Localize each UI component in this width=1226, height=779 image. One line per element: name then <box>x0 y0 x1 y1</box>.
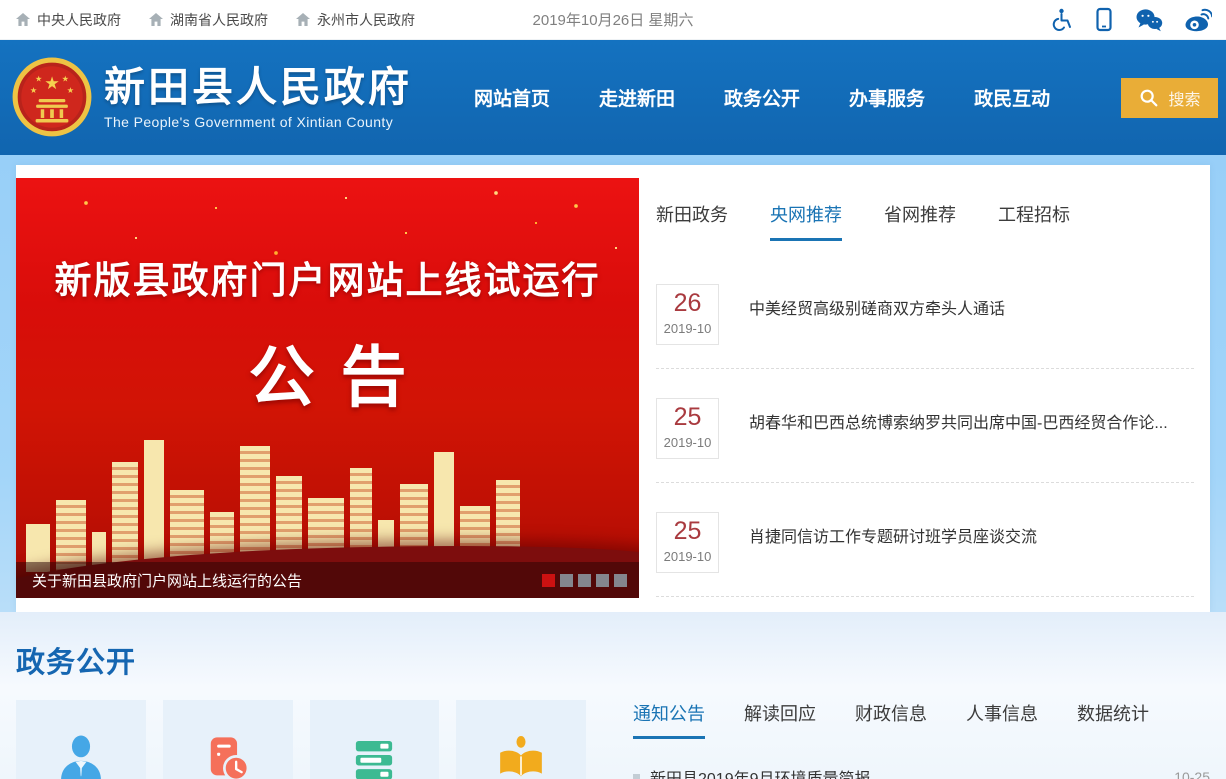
home-icon <box>149 13 163 26</box>
card-data[interactable] <box>310 700 440 779</box>
tab-notices[interactable]: 通知公告 <box>633 700 705 739</box>
carousel-dot-5[interactable] <box>614 574 627 587</box>
news-item: 25 2019-10 胡春华和巴西总统博索纳罗共同出席中国-巴西经贸合作论... <box>656 398 1194 483</box>
tab-xintian-gov[interactable]: 新田政务 <box>656 201 728 241</box>
nav-item-gov-affairs[interactable]: 政务公开 <box>724 84 800 111</box>
link-label: 永州市人民政府 <box>317 10 415 30</box>
link-central-government[interactable]: 中央人民政府 <box>16 10 121 30</box>
card-documents[interactable] <box>163 700 293 779</box>
card-publications[interactable] <box>456 700 586 779</box>
database-icon <box>345 731 403 779</box>
carousel-caption-bar: 关于新田县政府门户网站上线运行的公告 <box>16 562 639 598</box>
home-icon <box>16 13 30 26</box>
news-title[interactable]: 中美经贸高级别磋商双方牵头人通话 <box>749 284 1005 345</box>
tab-finance-info[interactable]: 财政信息 <box>855 700 927 739</box>
carousel-dot-3[interactable] <box>578 574 591 587</box>
news-panel: 新田政务 央网推荐 省网推荐 工程招标 26 2019-10 中美经贸高级别磋商… <box>639 165 1210 612</box>
nav-item-interaction[interactable]: 政民互动 <box>974 84 1050 111</box>
date-box: 26 2019-10 <box>656 284 719 345</box>
tab-central-recommend[interactable]: 央网推荐 <box>770 201 842 241</box>
date-day: 25 <box>657 515 718 548</box>
carousel-slide[interactable]: 新版县政府门户网站上线试运行 公告 <box>16 178 639 598</box>
search-button[interactable]: 搜索 <box>1121 78 1218 118</box>
tab-project-bidding[interactable]: 工程招标 <box>998 201 1070 241</box>
date-month: 2019-10 <box>657 435 718 450</box>
svg-text:★: ★ <box>30 85 37 94</box>
main-nav: 网站首页 走进新田 政务公开 办事服务 政民互动 <box>474 84 1050 111</box>
search-label: 搜索 <box>1168 86 1200 110</box>
link-hunan-government[interactable]: 湖南省人民政府 <box>149 10 268 30</box>
top-utility-bar: 中央人民政府 湖南省人民政府 永州市人民政府 2019年10月26日 星期六 <box>0 0 1226 40</box>
banner-text: 新版县政府门户网站上线试运行 公告 <box>16 250 639 420</box>
person-icon <box>52 731 110 779</box>
banner-title: 公告 <box>16 324 639 420</box>
wechat-icon[interactable] <box>1135 8 1163 32</box>
gov-tabs: 通知公告 解读回应 财政信息 人事信息 数据统计 <box>633 700 1210 739</box>
utility-icons <box>1049 7 1212 33</box>
gov-open-section: 政务公开 <box>0 612 1226 779</box>
tab-personnel-info[interactable]: 人事信息 <box>966 700 1038 739</box>
date-box: 25 2019-10 <box>656 398 719 459</box>
carousel-caption[interactable]: 关于新田县政府门户网站上线运行的公告 <box>32 570 542 591</box>
date-month: 2019-10 <box>657 549 718 564</box>
date-day: 25 <box>657 401 718 434</box>
news-item: 25 2019-10 肖捷同信访工作专题研讨班学员座谈交流 <box>656 512 1194 597</box>
site-subtitle: The People's Government of Xintian Count… <box>104 114 412 130</box>
carousel-dots <box>542 574 627 587</box>
document-clock-icon <box>199 731 257 779</box>
date-day: 26 <box>657 287 718 320</box>
link-label: 湖南省人民政府 <box>170 10 268 30</box>
news-item: 26 2019-10 中美经贸高级别磋商双方牵头人通话 <box>656 284 1194 369</box>
content-panel: 新版县政府门户网站上线试运行 公告 <box>16 165 1210 612</box>
gov-notice-list: 新田县2019年9月环境质量简报 10-25 <box>633 765 1210 779</box>
nav-item-home[interactable]: 网站首页 <box>474 84 550 111</box>
tab-statistics[interactable]: 数据统计 <box>1077 700 1149 739</box>
gov-row: 通知公告 解读回应 财政信息 人事信息 数据统计 新田县2019年9月环境质量简… <box>16 700 1210 779</box>
page: 中央人民政府 湖南省人民政府 永州市人民政府 2019年10月26日 星期六 <box>0 0 1226 779</box>
date-box: 25 2019-10 <box>656 512 719 573</box>
accessibility-icon[interactable] <box>1049 7 1073 33</box>
svg-text:★: ★ <box>44 72 60 92</box>
carousel-dot-1[interactable] <box>542 574 555 587</box>
list-item[interactable]: 新田县2019年9月环境质量简报 10-25 <box>633 765 1210 779</box>
gov-links: 中央人民政府 湖南省人民政府 永州市人民政府 <box>16 10 415 30</box>
nav-item-services[interactable]: 办事服务 <box>849 84 925 111</box>
tab-interpretation[interactable]: 解读回应 <box>744 700 816 739</box>
news-tabs: 新田政务 央网推荐 省网推荐 工程招标 <box>656 201 1194 241</box>
gov-info-panel: 通知公告 解读回应 财政信息 人事信息 数据统计 新田县2019年9月环境质量简… <box>633 700 1210 779</box>
section-title: 政务公开 <box>16 639 1210 681</box>
mobile-icon[interactable] <box>1094 7 1114 33</box>
tab-province-recommend[interactable]: 省网推荐 <box>884 201 956 241</box>
carousel-dot-4[interactable] <box>596 574 609 587</box>
svg-text:★: ★ <box>35 74 42 83</box>
news-title[interactable]: 胡春华和巴西总统博索纳罗共同出席中国-巴西经贸合作论... <box>749 398 1168 459</box>
card-leaders[interactable] <box>16 700 146 779</box>
news-list: 26 2019-10 中美经贸高级别磋商双方牵头人通话 25 2019-10 胡… <box>656 284 1194 597</box>
link-label: 中央人民政府 <box>37 10 121 30</box>
date-month: 2019-10 <box>657 321 718 336</box>
open-book-icon <box>492 731 550 779</box>
nav-item-about-xintian[interactable]: 走进新田 <box>599 84 675 111</box>
gov-cards <box>16 700 586 779</box>
banner-headline: 新版县政府门户网站上线试运行 <box>16 250 639 304</box>
carousel-dot-2[interactable] <box>560 574 573 587</box>
bullet-icon <box>633 774 640 779</box>
news-title[interactable]: 肖捷同信访工作专题研讨班学员座谈交流 <box>749 512 1037 573</box>
site-brand[interactable]: ★ ★ ★ ★ ★ 新田县人民政府 The People's Governmen… <box>12 56 412 140</box>
svg-text:★: ★ <box>67 85 74 94</box>
site-header: ★ ★ ★ ★ ★ 新田县人民政府 The People's Governmen… <box>0 40 1226 155</box>
svg-text:★: ★ <box>62 74 69 83</box>
main-content-area: 新版县政府门户网站上线试运行 公告 <box>0 155 1226 612</box>
notice-title: 新田县2019年9月环境质量简报 <box>650 765 871 779</box>
weibo-icon[interactable] <box>1184 8 1212 32</box>
national-emblem-icon: ★ ★ ★ ★ ★ <box>12 56 92 140</box>
search-icon <box>1138 87 1160 109</box>
home-icon <box>296 13 310 26</box>
site-title: 新田县人民政府 <box>104 65 412 110</box>
notice-date: 10-25 <box>1174 769 1210 779</box>
brand-text: 新田县人民政府 The People's Government of Xinti… <box>104 65 412 130</box>
link-yongzhou-government[interactable]: 永州市人民政府 <box>296 10 415 30</box>
